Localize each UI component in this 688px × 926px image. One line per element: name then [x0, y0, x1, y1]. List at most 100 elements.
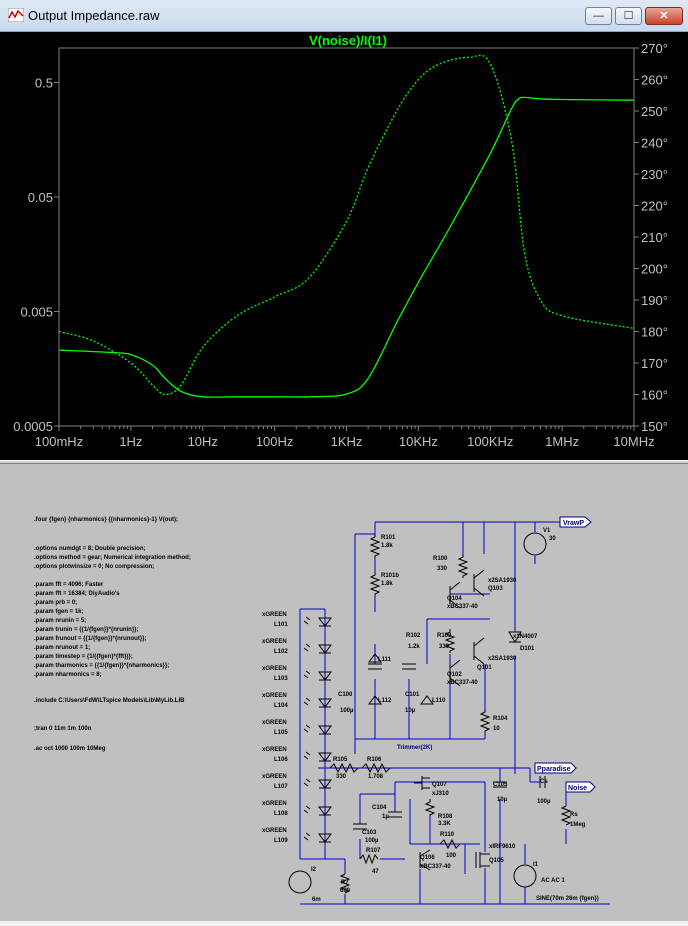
- spice-directive-line[interactable]: .param fft = 16384; DiyAudio's: [34, 591, 120, 597]
- label-r103-value[interactable]: 330: [439, 644, 450, 650]
- label-v1[interactable]: V1: [543, 528, 551, 534]
- plot-area[interactable]: [58, 47, 635, 427]
- label-q107-model[interactable]: xJ310: [432, 791, 449, 797]
- led-l109[interactable]: xGREEN L109: [262, 828, 332, 844]
- net-flag-vrawp[interactable]: VrawP: [559, 516, 592, 528]
- led-l105[interactable]: xGREEN L105: [262, 720, 332, 736]
- net-flag-noise[interactable]: Noise: [565, 781, 596, 793]
- label-c103-value[interactable]: 100µ: [365, 838, 379, 844]
- label-q107[interactable]: Q107: [432, 782, 447, 788]
- label-i1[interactable]: I1: [533, 862, 539, 868]
- label-c100[interactable]: C100: [338, 692, 353, 698]
- spice-directive-line[interactable]: .include C:\Users\FdW\LTspice Models\Lib…: [34, 698, 185, 704]
- label-r104-value[interactable]: 10: [493, 726, 500, 732]
- label-q101-model[interactable]: x2SA1930: [488, 656, 517, 662]
- label-l112[interactable]: L112: [378, 698, 392, 704]
- voltage-source-v1-symbol[interactable]: [523, 532, 547, 556]
- current-source-i1-symbol[interactable]: [513, 864, 537, 888]
- label-rs[interactable]: Rs: [570, 812, 578, 818]
- label-q105-model[interactable]: xIRF9610: [489, 844, 516, 850]
- spice-directive-line[interactable]: .param nrunin = 5;: [34, 618, 86, 624]
- label-r107-value[interactable]: 47: [372, 869, 379, 875]
- label-c103[interactable]: C103: [362, 830, 377, 836]
- label-cs-value[interactable]: 100µ: [537, 799, 551, 805]
- label-c100-value[interactable]: 100µ: [340, 708, 354, 714]
- label-d101[interactable]: D101: [520, 646, 535, 652]
- label-i1-ac[interactable]: AC AC 1: [541, 878, 565, 884]
- label-l110[interactable]: L110: [432, 698, 446, 704]
- label-trimmer[interactable]: Trimmer(2K): [397, 745, 432, 751]
- label-q103[interactable]: Q103: [488, 586, 503, 592]
- resistor-r108-symbol[interactable]: [424, 799, 436, 816]
- transistor-q105-symbol[interactable]: [475, 852, 490, 868]
- spice-directive-line[interactable]: .options plotwinsize = 0; No compression…: [34, 564, 154, 570]
- label-r108-value[interactable]: 3.3K: [438, 821, 451, 827]
- label-d101-model[interactable]: x1N4007: [513, 634, 538, 640]
- led-l101[interactable]: xGREEN L101: [262, 612, 332, 628]
- spice-directive-line[interactable]: .param nrunout = 1;: [34, 645, 90, 651]
- label-r110[interactable]: R110: [440, 832, 455, 838]
- spice-directive-line[interactable]: .param timestep = {1/({fgen}*{fft})};: [34, 654, 133, 660]
- label-i2[interactable]: I2: [311, 867, 317, 873]
- led-l107[interactable]: xGREEN L107: [262, 774, 332, 790]
- spice-directive-line[interactable]: .param fgen = 1k;: [34, 609, 84, 615]
- label-i1-sine[interactable]: SINE(70m 26m {fgen}): [536, 896, 599, 902]
- led-l102[interactable]: xGREEN L102: [262, 639, 332, 655]
- transistor-q103-symbol[interactable]: [473, 569, 485, 597]
- label-r106[interactable]: R106: [367, 757, 382, 763]
- label-r101b-value[interactable]: 1.8k: [381, 581, 393, 587]
- label-r101b[interactable]: R101b: [381, 573, 399, 579]
- label-q102-model[interactable]: xBC337-40: [447, 680, 478, 686]
- spice-directive-line[interactable]: .param fft = 4096; Faster: [34, 582, 104, 588]
- label-i2-value[interactable]: 6m: [312, 897, 321, 903]
- resistor-r104-symbol[interactable]: [479, 709, 491, 733]
- resistor-r100-symbol[interactable]: [457, 554, 469, 578]
- maximize-button[interactable]: ☐: [615, 7, 642, 25]
- label-q103-model[interactable]: x2SA1930: [488, 578, 517, 584]
- label-cs[interactable]: Cs: [540, 779, 548, 785]
- net-flag-pparadise[interactable]: Pparadise: [534, 762, 577, 774]
- spice-directive-line[interactable]: .ac oct 1000 100m 10Meg: [34, 746, 106, 752]
- label-r107[interactable]: R107: [366, 848, 381, 854]
- label-r7[interactable]: R7: [341, 880, 349, 886]
- label-v1-value[interactable]: 30: [549, 536, 556, 542]
- minimize-button[interactable]: —: [585, 7, 612, 25]
- label-q101[interactable]: Q101: [477, 665, 492, 671]
- label-r7-value[interactable]: 680: [340, 888, 351, 894]
- label-r103[interactable]: R103: [437, 633, 452, 639]
- led-l103[interactable]: xGREEN L103: [262, 666, 332, 682]
- spice-directive-line[interactable]: .param nharmonics = 8;: [34, 672, 102, 678]
- label-q105[interactable]: Q105: [489, 858, 504, 864]
- label-q106-model[interactable]: xBC337-40: [420, 864, 451, 870]
- capacitor-c103-symbol[interactable]: [353, 823, 367, 830]
- resistor-r101-symbol[interactable]: [369, 534, 381, 558]
- label-rs-value[interactable]: 1Meg: [570, 822, 586, 828]
- schematic-canvas[interactable]: .four {fgen} {nharmonics} {{nharmonics}-…: [0, 464, 688, 921]
- label-r106-value[interactable]: 1.708: [368, 774, 384, 780]
- label-c104-value[interactable]: 1µ: [382, 814, 389, 820]
- led-l108[interactable]: xGREEN L108: [262, 801, 332, 817]
- capacitor-c100-symbol[interactable]: [368, 663, 382, 670]
- spice-directive-line[interactable]: .param prb = 0;: [34, 600, 77, 606]
- capacitor-c104-symbol[interactable]: [388, 811, 402, 818]
- label-r105-value[interactable]: 330: [336, 774, 347, 780]
- transistor-q107-symbol[interactable]: [414, 776, 430, 790]
- resistor-r101b-symbol[interactable]: [369, 572, 381, 596]
- led-l104[interactable]: xGREEN L104: [262, 693, 332, 709]
- label-q106[interactable]: Q106: [420, 855, 435, 861]
- label-r110-value[interactable]: 100: [446, 853, 457, 859]
- label-c101[interactable]: C101: [405, 692, 420, 698]
- led-string[interactable]: xGREEN L101 xGREEN L102 xGREEN L103 xGREEN L104…: [262, 612, 332, 844]
- label-c105[interactable]: C105: [493, 782, 508, 788]
- label-r100-value[interactable]: 330: [437, 566, 448, 572]
- label-r108[interactable]: R108: [438, 814, 453, 820]
- led-l106[interactable]: xGREEN L106: [262, 747, 332, 763]
- label-c105-value[interactable]: 10µ: [497, 797, 508, 803]
- spice-directive-line[interactable]: ;tran 0 11m 1m 100n: [34, 726, 92, 732]
- spice-directive-line[interactable]: .param frunout = {{1/{fgen}}*{nrunout}};: [34, 636, 147, 642]
- close-button[interactable]: ✕: [645, 7, 683, 25]
- capacitor-c101-symbol[interactable]: [402, 663, 416, 670]
- label-r102-value[interactable]: 1.2k: [408, 644, 420, 650]
- label-q104-model[interactable]: xBC337-40: [447, 604, 478, 610]
- label-l111[interactable]: L111: [378, 657, 392, 663]
